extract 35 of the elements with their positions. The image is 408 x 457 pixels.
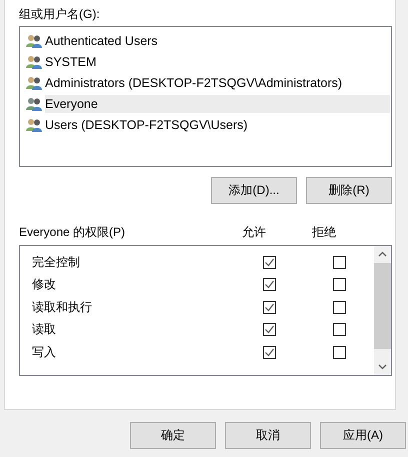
permissions-label: Everyone 的权限(P): [19, 224, 126, 240]
group-item[interactable]: Authenticated Users: [21, 30, 390, 51]
dialog-button[interactable]: 应用(A): [320, 422, 406, 449]
users-icon: [26, 96, 42, 110]
column-header: 拒绝: [311, 224, 337, 240]
permission-name: 修改: [32, 276, 57, 294]
dialog-button[interactable]: 取消: [225, 422, 311, 449]
group-item[interactable]: SYSTEM: [21, 51, 390, 72]
users-icon: [26, 76, 42, 90]
allow-checkbox[interactable]: [262, 323, 276, 336]
dialog-button[interactable]: 确定: [130, 422, 216, 449]
permission-name: 完全控制: [32, 254, 81, 271]
scroll-thumb[interactable]: [374, 263, 391, 349]
users-icon: [26, 54, 42, 68]
group-item[interactable]: Users (DESKTOP-F2TSQGV\Users): [21, 114, 390, 135]
permission-name: 写入: [32, 344, 57, 361]
permission-name: 读取和执行: [32, 298, 93, 316]
deny-checkbox[interactable]: [332, 346, 346, 359]
deny-checkbox[interactable]: [332, 300, 346, 314]
groups-label: 组或用户名(G):: [19, 6, 101, 23]
group-item[interactable]: Administrators (DESKTOP-F2TSQGV\Administrators): [21, 72, 390, 93]
deny-checkbox[interactable]: [332, 256, 346, 269]
column-header: 允许: [241, 224, 267, 240]
allow-checkbox[interactable]: [262, 278, 276, 292]
allow-checkbox[interactable]: [262, 256, 276, 269]
users-icon: [26, 34, 42, 48]
scrollbar[interactable]: [374, 246, 391, 375]
group-button[interactable]: 删除(R): [306, 177, 392, 204]
allow-checkbox[interactable]: [262, 346, 276, 359]
deny-checkbox[interactable]: [332, 323, 346, 336]
group-button[interactable]: 添加(D)...: [211, 177, 297, 204]
deny-checkbox[interactable]: [332, 278, 346, 292]
users-icon: [26, 118, 42, 132]
allow-checkbox[interactable]: [262, 300, 276, 314]
permission-name: 读取: [32, 321, 57, 338]
